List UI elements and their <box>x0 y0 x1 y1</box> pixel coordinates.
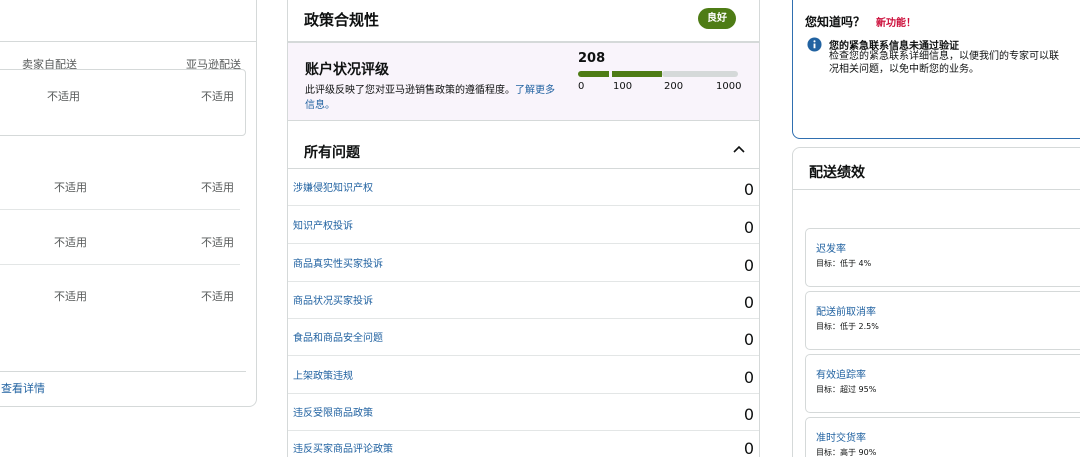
policy-compliance-card: 政策合规性 良好 账户状况评级 此评级反映了您对亚马逊销售政策的遵循程度。了解更… <box>287 0 760 457</box>
rating-description-text: 此评级反映了您对亚马逊销售政策的遵循程度。 <box>305 85 515 96</box>
account-health-left-card: 卖家自配送 亚马逊配送 不适用 不适用 不适用 不适用 不适用 不适用 不适用 … <box>0 0 257 407</box>
footer-divider <box>0 371 246 372</box>
issue-row: 知识产权投诉 0 <box>288 207 759 244</box>
metric-card[interactable]: 准时交货率 目标：高于 90% <box>805 417 1080 457</box>
tick-label: 0 <box>578 81 585 92</box>
metric-card[interactable]: 配送前取消率 目标：低于 2.5% <box>805 291 1080 350</box>
rating-description: 此评级反映了您对亚马逊销售政策的遵循程度。了解更多信息。 <box>305 83 563 113</box>
alert-body-line: 况相关问题，以免中断您的业务。 <box>829 64 979 75</box>
issue-count: 0 <box>743 218 754 237</box>
new-feature-label: 新功能！ <box>876 18 916 29</box>
metric-link[interactable]: 有效追踪率 <box>816 366 866 381</box>
issue-link[interactable]: 违反受限商品政策 <box>293 404 373 419</box>
alert-body: 检查您的紧急联系详细信息，以便我们的专家可以联 况相关问题，以免中断您的业务。 <box>829 50 1080 76</box>
issue-link[interactable]: 知识产权投诉 <box>293 217 353 232</box>
card-title: 配送绩效 <box>809 165 865 181</box>
issue-link[interactable]: 食品和商品安全问题 <box>293 329 383 344</box>
rating-score: 208 <box>578 51 606 66</box>
fba-value: 不适用 <box>201 181 234 194</box>
metric-target: 目标：低于 2.5% <box>816 322 879 331</box>
account-health-rating: 账户状况评级 此评级反映了您对亚马逊销售政策的遵循程度。了解更多信息。 208 … <box>288 43 759 121</box>
alert-body-line: 检查您的紧急联系详细信息，以便我们的专家可以联 <box>829 51 1059 62</box>
chevron-up-icon[interactable] <box>732 142 746 156</box>
issue-count: 0 <box>743 439 754 457</box>
metric-target: 目标：超过 95% <box>816 385 877 394</box>
row-divider <box>0 264 240 265</box>
bar-segment <box>578 71 609 77</box>
merchant-value: 不适用 <box>47 90 80 103</box>
issue-link[interactable]: 违反买家商品评论政策 <box>293 440 393 455</box>
rating-progress-bar <box>578 71 738 77</box>
issue-row: 涉嫌侵犯知识产权 0 <box>288 169 759 206</box>
issue-link[interactable]: 商品真实性买家投诉 <box>293 255 383 270</box>
issue-link[interactable]: 上架政策违规 <box>293 367 353 382</box>
metric-card[interactable]: 有效追踪率 目标：超过 95% <box>805 354 1080 413</box>
issue-link[interactable]: 商品状况买家投诉 <box>293 292 373 307</box>
merchant-value: 不适用 <box>54 290 87 303</box>
bar-track <box>662 71 738 77</box>
issue-count: 0 <box>743 256 754 275</box>
metric-link[interactable]: 准时交货率 <box>816 429 866 444</box>
tick-label: 1000 <box>716 81 742 92</box>
merchant-value: 不适用 <box>54 236 87 249</box>
divider <box>0 41 256 42</box>
issue-row: 上架政策违规 0 <box>288 357 759 394</box>
fba-value: 不适用 <box>201 236 234 249</box>
issue-row: 食品和商品安全问题 0 <box>288 319 759 356</box>
tick-label: 200 <box>664 81 684 92</box>
tick-label: 100 <box>613 81 633 92</box>
metric-link[interactable]: 迟发率 <box>816 240 846 255</box>
metric-target: 目标：低于 4% <box>816 259 872 268</box>
view-details-link[interactable]: 查看详情 <box>1 380 45 396</box>
issue-count: 0 <box>743 405 754 424</box>
issue-link[interactable]: 涉嫌侵犯知识产权 <box>293 179 373 194</box>
did-you-know-card: 您知道吗？ 新功能！ 您的紧急联系信息未通过验证 检查您的紧急联系详细信息，以便… <box>792 0 1080 139</box>
fba-value: 不适用 <box>201 90 234 103</box>
info-icon <box>807 37 822 52</box>
issue-row: 违反受限商品政策 0 <box>288 394 759 431</box>
row-divider <box>0 209 240 210</box>
issue-count: 0 <box>743 180 754 199</box>
fba-value: 不适用 <box>201 290 234 303</box>
rating-title: 账户状况评级 <box>305 62 389 78</box>
issue-count: 0 <box>743 293 754 312</box>
card-title: 政策合规性 <box>304 11 380 29</box>
status-badge: 良好 <box>698 8 736 29</box>
issue-count: 0 <box>743 368 754 387</box>
issue-row: 商品真实性买家投诉 0 <box>288 245 759 282</box>
metric-card[interactable]: 迟发率 目标：低于 4% <box>805 228 1080 287</box>
issue-row: 违反买家商品评论政策 0 <box>288 432 759 457</box>
all-issues-title: 所有问题 <box>304 145 360 161</box>
merchant-value: 不适用 <box>54 181 87 194</box>
divider <box>793 189 1080 190</box>
shipping-performance-card: 配送绩效 迟发率 目标：低于 4% 配送前取消率 目标：低于 2.5% 有效追踪… <box>792 147 1080 457</box>
bar-segment <box>612 71 662 77</box>
metric-target: 目标：高于 90% <box>816 448 877 457</box>
metric-link[interactable]: 配送前取消率 <box>816 303 876 318</box>
issue-count: 0 <box>743 330 754 349</box>
issue-row: 商品状况买家投诉 0 <box>288 282 759 319</box>
did-you-know-heading: 您知道吗？ <box>805 15 866 29</box>
